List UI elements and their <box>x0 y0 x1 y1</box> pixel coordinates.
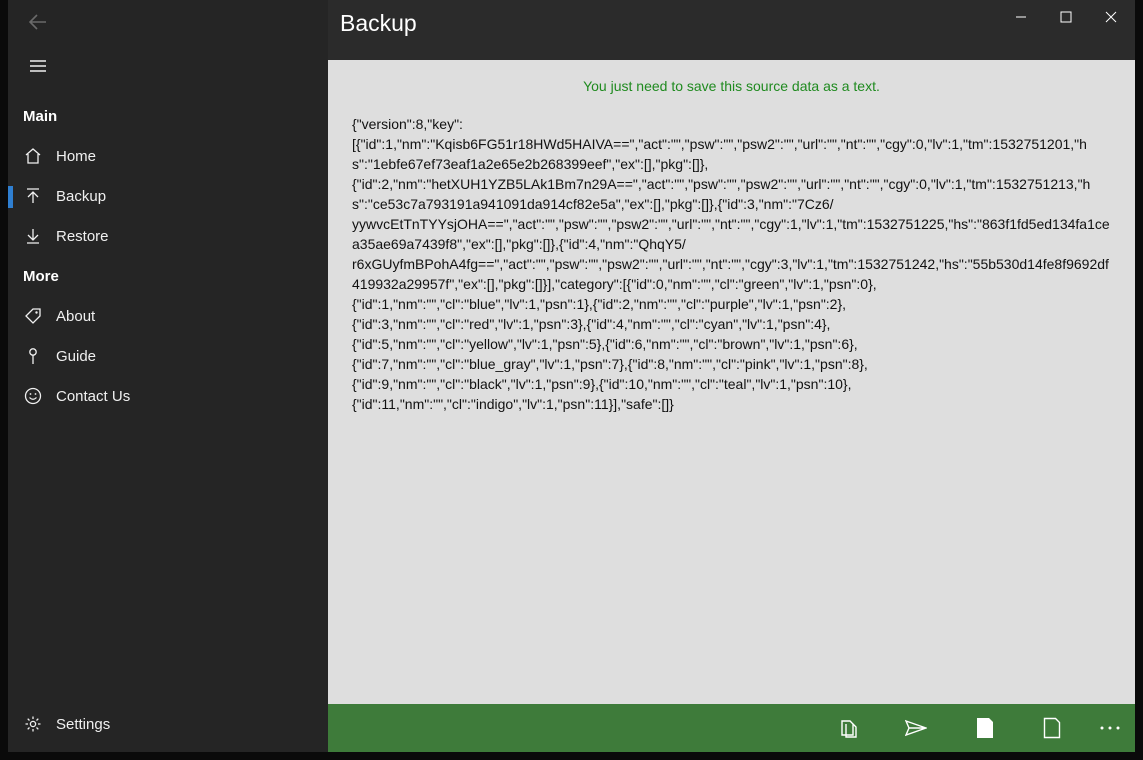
app-window: Main Home Backup Restore More About Guid… <box>0 0 1143 760</box>
nav-item-contact-us[interactable]: Contact Us <box>8 378 328 414</box>
content-area: You just need to save this source data a… <box>328 60 1135 704</box>
page-filled-icon <box>977 718 993 738</box>
nav-item-restore[interactable]: Restore <box>8 218 328 254</box>
nav-item-label: Backup <box>56 187 107 205</box>
back-button[interactable] <box>22 8 54 36</box>
copy-icon <box>841 720 857 738</box>
nav-item-about[interactable]: About <box>8 298 328 334</box>
send-icon <box>905 719 927 737</box>
hamburger-icon <box>30 60 46 72</box>
more-icon <box>1100 726 1120 730</box>
nav-item-home[interactable]: Home <box>8 138 328 174</box>
smiley-icon <box>23 386 43 406</box>
nav-item-backup[interactable]: Backup <box>8 178 328 214</box>
main-pane: Backup You just need to save this source… <box>328 0 1135 752</box>
more-button[interactable] <box>1094 714 1126 742</box>
upload-icon <box>23 186 43 206</box>
download-icon <box>23 226 43 246</box>
tag-icon <box>23 306 43 326</box>
page-outline-button[interactable] <box>1036 714 1068 742</box>
nav-item-guide[interactable]: Guide <box>8 338 328 374</box>
page-filled-button[interactable] <box>969 714 1001 742</box>
minimize-button[interactable] <box>999 4 1043 30</box>
section-header-more: More <box>23 268 59 285</box>
nav-item-label: Home <box>56 147 97 165</box>
gear-icon <box>23 714 43 734</box>
maximize-icon <box>1060 11 1072 23</box>
hint-message: You just need to save this source data a… <box>583 78 880 94</box>
settings-label: Settings <box>56 715 111 733</box>
home-icon <box>23 146 43 166</box>
title-bar: Backup <box>328 0 1135 60</box>
source-data-text[interactable]: {"version":8,"key": [{"id":1,"nm":"Kqisb… <box>352 114 1112 414</box>
close-icon <box>1105 11 1117 23</box>
maximize-button[interactable] <box>1044 4 1088 30</box>
nav-item-label: Guide <box>56 347 97 365</box>
hamburger-menu-button[interactable] <box>22 52 54 80</box>
copy-button[interactable] <box>833 714 865 742</box>
section-header-main: Main <box>23 108 58 125</box>
nav-item-settings[interactable]: Settings <box>8 706 328 742</box>
page-outline-icon <box>1043 717 1061 739</box>
nav-item-label: About <box>56 307 96 325</box>
send-button[interactable] <box>900 714 932 742</box>
minimize-icon <box>1016 16 1026 18</box>
back-arrow-icon <box>29 14 46 30</box>
command-bar <box>328 704 1135 752</box>
nav-item-label: Contact Us <box>56 387 131 405</box>
navigation-pane: Main Home Backup Restore More About Guid… <box>8 0 328 752</box>
close-button[interactable] <box>1089 4 1133 30</box>
pin-icon <box>23 346 43 366</box>
nav-item-label: Restore <box>56 227 109 245</box>
page-title: Backup <box>340 10 417 36</box>
